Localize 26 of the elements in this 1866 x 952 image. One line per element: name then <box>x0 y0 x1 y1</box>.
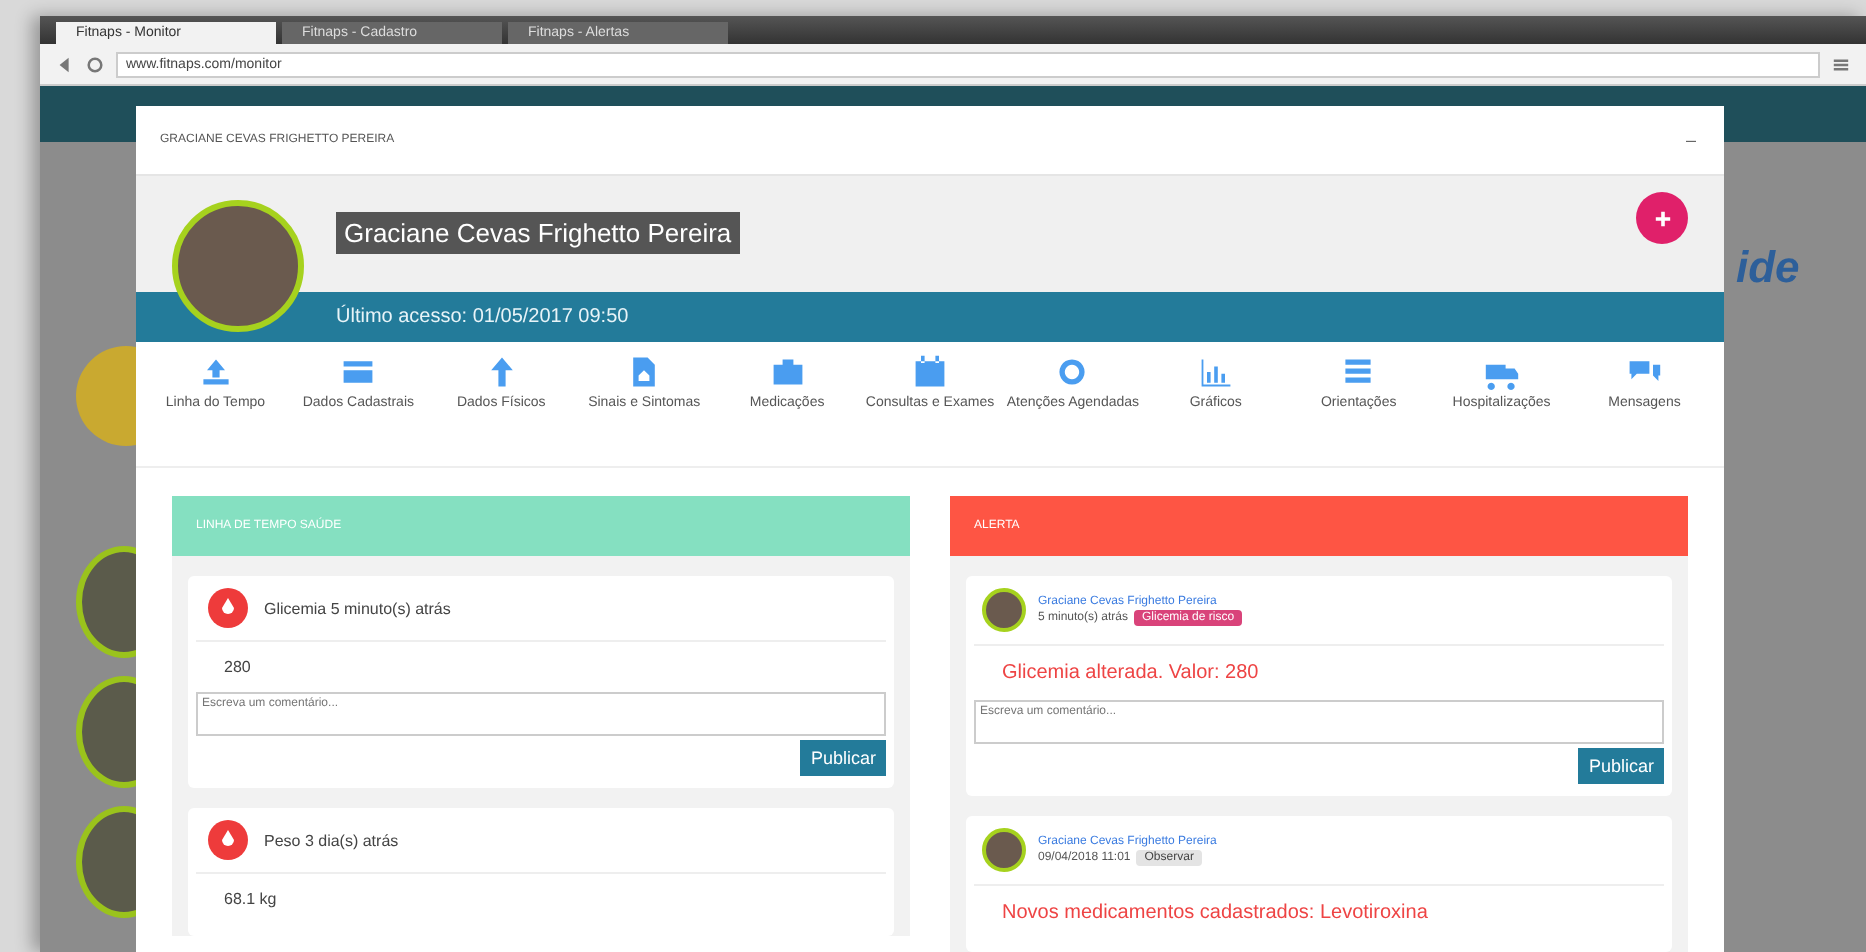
entry-title: Glicemia 5 minuto(s) atrás <box>264 599 451 617</box>
entry-value: 68.1 kg <box>222 888 279 912</box>
back-icon[interactable] <box>56 55 74 73</box>
last-access-text: Último acesso: 01/05/2017 09:50 <box>336 306 629 328</box>
entry-title: Peso 3 dia(s) atrás <box>264 831 399 849</box>
menu-icon[interactable] <box>1832 55 1850 73</box>
alert-message: Novos medicamentos cadastrados: Levotiroxina <box>1000 900 1430 928</box>
bar-chart-icon <box>1197 354 1234 390</box>
entry-value: 280 <box>222 656 253 680</box>
plus-icon <box>1653 209 1671 227</box>
upload-icon <box>197 354 234 390</box>
avatar-placeholder <box>982 588 1026 632</box>
logo-text: ide <box>1736 242 1800 294</box>
patient-name: Graciane Cevas Frighetto Pereira <box>336 212 740 254</box>
avatar-placeholder <box>982 828 1026 872</box>
alert-message: Glicemia alterada. Valor: 280 <box>1000 660 1261 688</box>
minimize-button[interactable]: – <box>1681 130 1700 150</box>
drop-icon <box>208 588 248 628</box>
drop-icon <box>208 820 248 860</box>
calendar-icon <box>911 354 948 390</box>
publish-button[interactable]: Publicar <box>800 740 886 776</box>
add-button[interactable] <box>1636 192 1688 244</box>
publish-button[interactable]: Publicar <box>1578 748 1664 784</box>
briefcase-icon <box>769 354 806 390</box>
reload-icon[interactable] <box>86 55 104 73</box>
ring-icon <box>1054 354 1091 390</box>
